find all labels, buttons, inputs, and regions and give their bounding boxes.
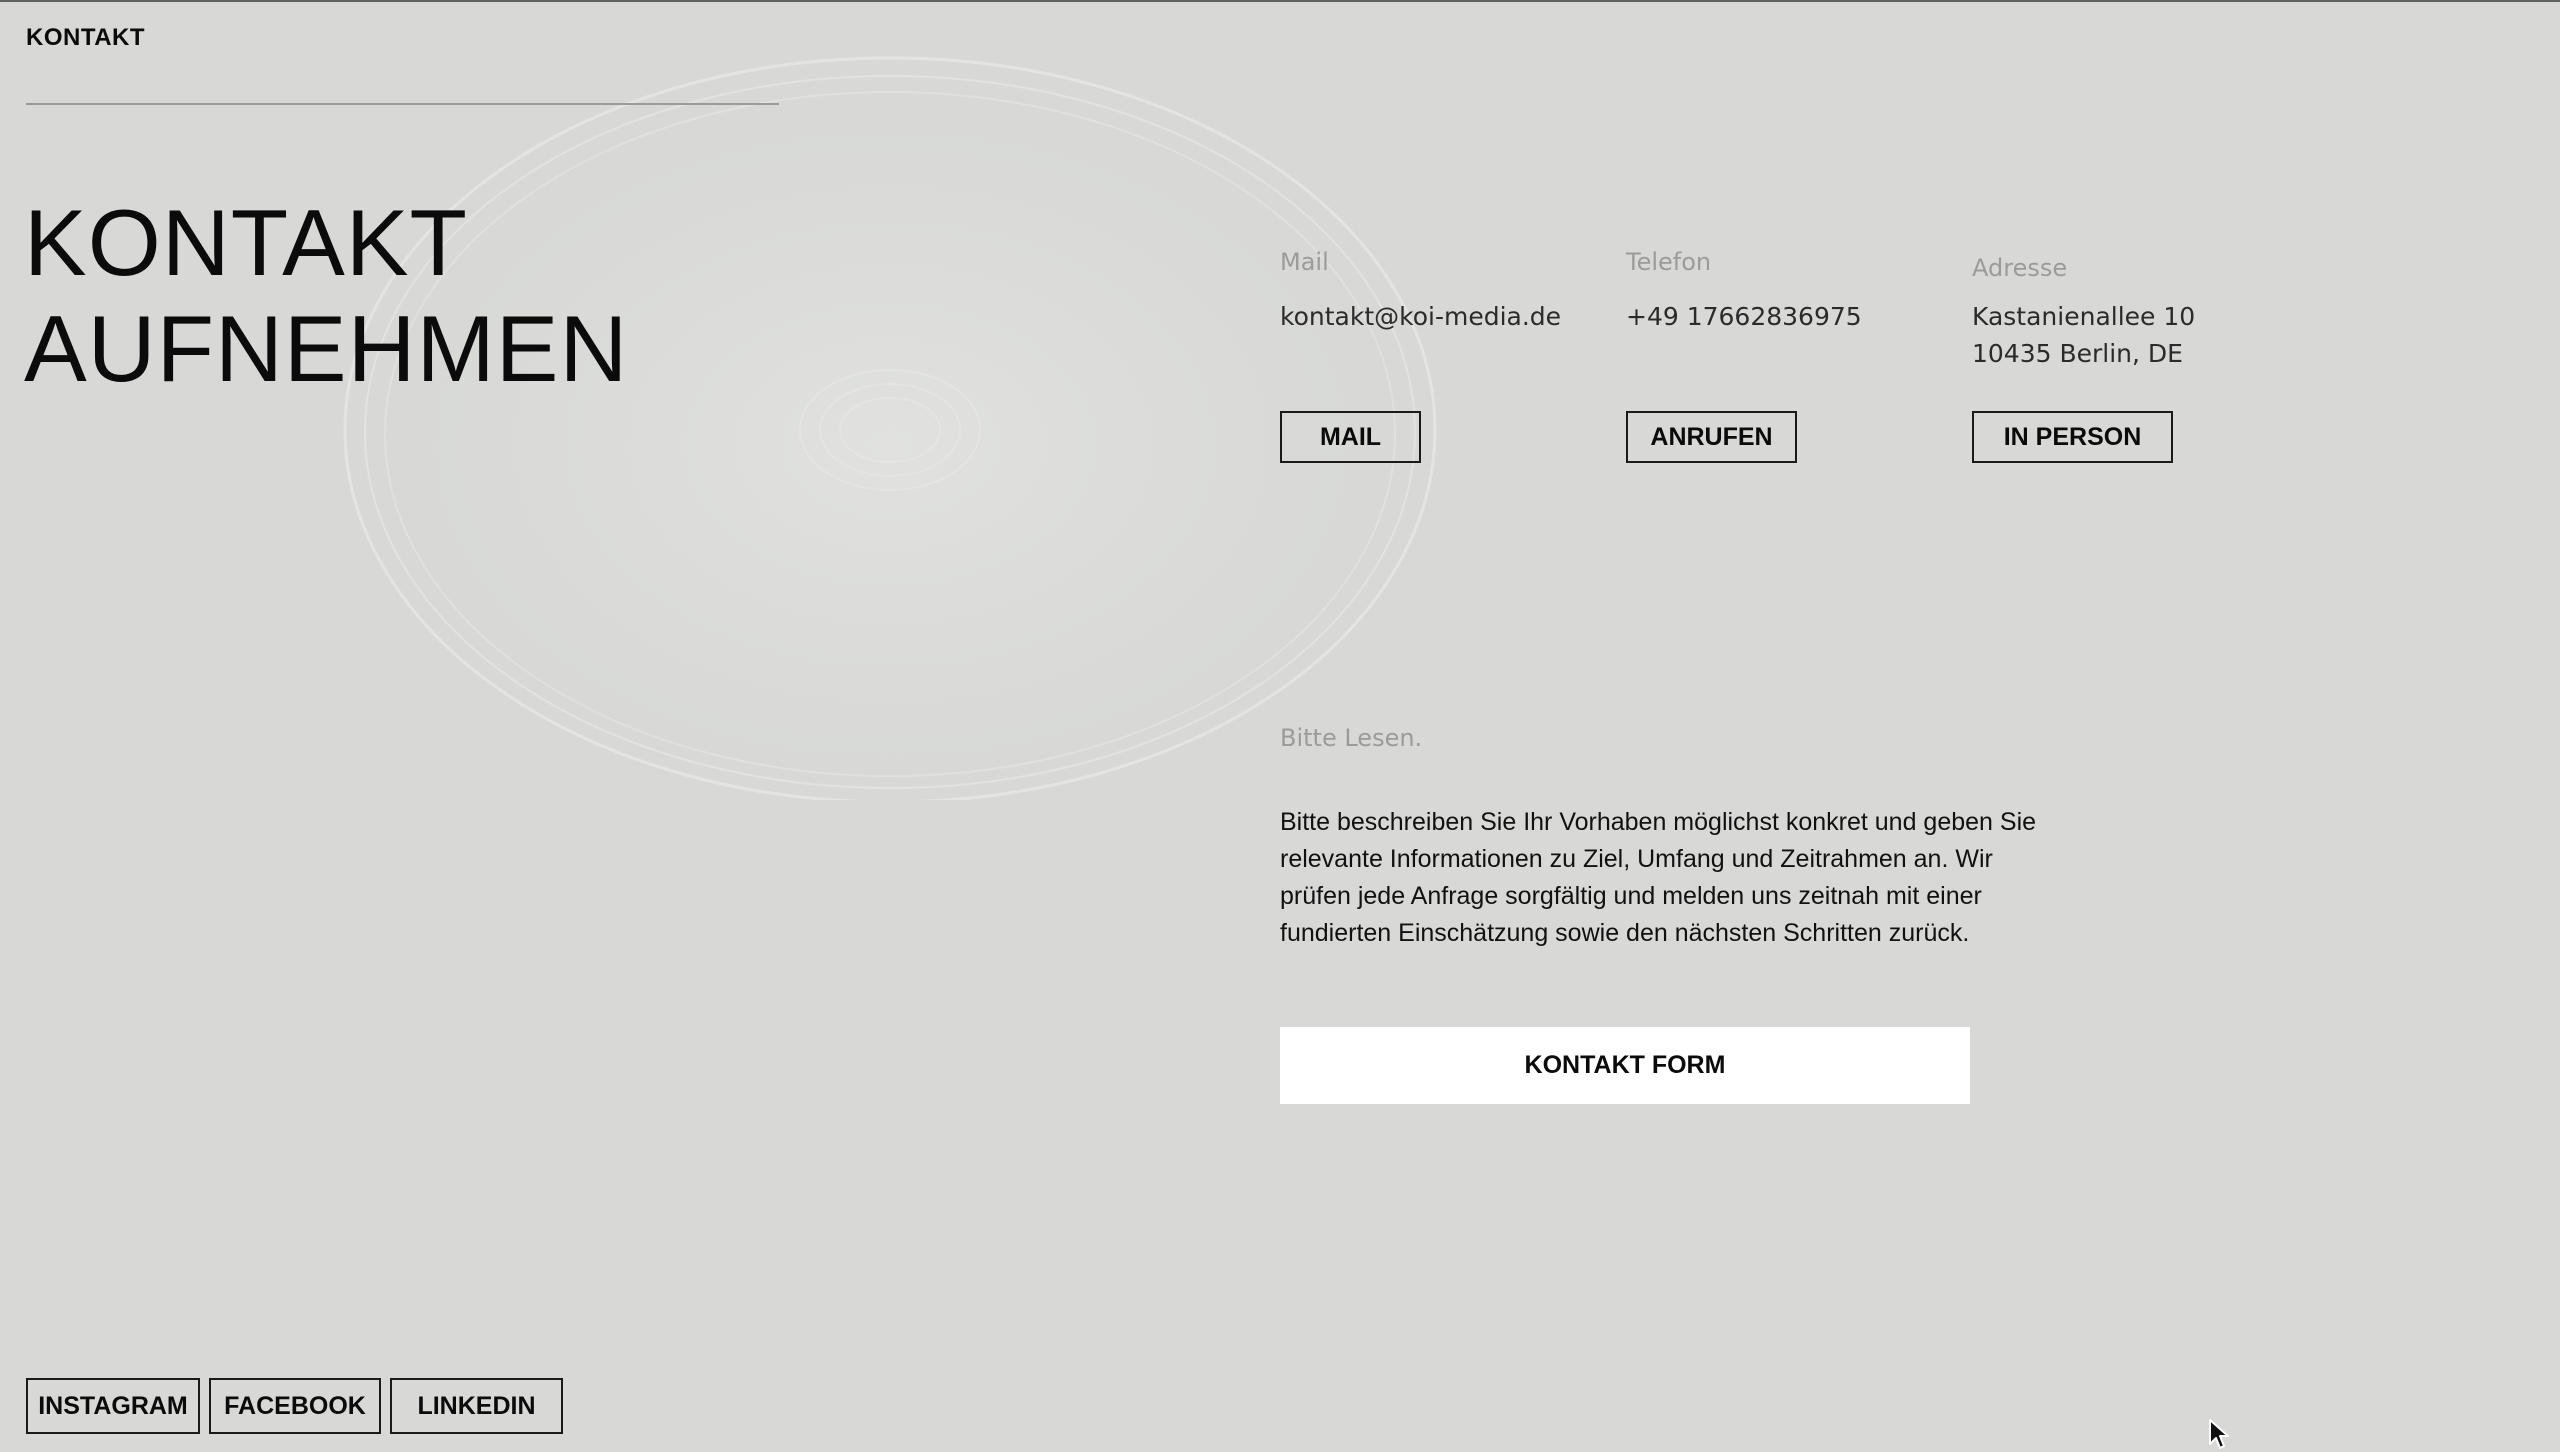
page-title: KONTAKT AUFNEHMEN <box>24 190 628 402</box>
address-column: Adresse Kastanienallee 10 10435 Berlin, … <box>1972 254 2195 372</box>
phone-number[interactable]: +49 17662836975 <box>1626 298 1862 335</box>
facebook-link[interactable]: FACEBOOK <box>209 1378 381 1434</box>
instagram-link[interactable]: INSTAGRAM <box>26 1378 200 1434</box>
phone-column: Telefon +49 17662836975 <box>1626 248 1862 335</box>
phone-label: Telefon <box>1626 248 1712 276</box>
mail-column: Mail kontakt@koi-media.de <box>1280 248 1561 335</box>
page-title-line-2: AUFNEHMEN <box>24 296 629 401</box>
contact-form-button[interactable]: KONTAKT FORM <box>1280 1027 1970 1104</box>
in-person-button[interactable]: IN PERSON <box>1972 411 2173 463</box>
mail-address[interactable]: kontakt@koi-media.de <box>1280 298 1561 335</box>
nav-contact-label[interactable]: KONTAKT <box>26 24 145 52</box>
address-street: Kastanienallee 10 <box>1972 302 2196 331</box>
address-label: Adresse <box>1972 254 2068 282</box>
nav-divider <box>26 103 779 105</box>
mail-button[interactable]: MAIL <box>1280 411 1421 463</box>
notice-text: Bitte beschreiben Sie Ihr Vorhaben mögli… <box>1280 808 2037 947</box>
background-rings-graphic <box>343 56 1437 800</box>
call-button[interactable]: ANRUFEN <box>1626 411 1797 463</box>
mail-label: Mail <box>1280 248 1329 276</box>
page-title-line-1: KONTAKT <box>24 190 468 295</box>
mouse-cursor-icon <box>2209 1419 2229 1449</box>
address-text: Kastanienallee 10 10435 Berlin, DE <box>1972 298 2195 372</box>
linkedin-link[interactable]: LINKEDIN <box>390 1378 563 1434</box>
social-links: INSTAGRAM FACEBOOK LINKEDIN <box>26 1378 563 1434</box>
top-border <box>0 0 2560 2</box>
address-city: 10435 Berlin, DE <box>1972 339 2183 368</box>
notice-label: Bitte Lesen. <box>1280 724 1423 752</box>
